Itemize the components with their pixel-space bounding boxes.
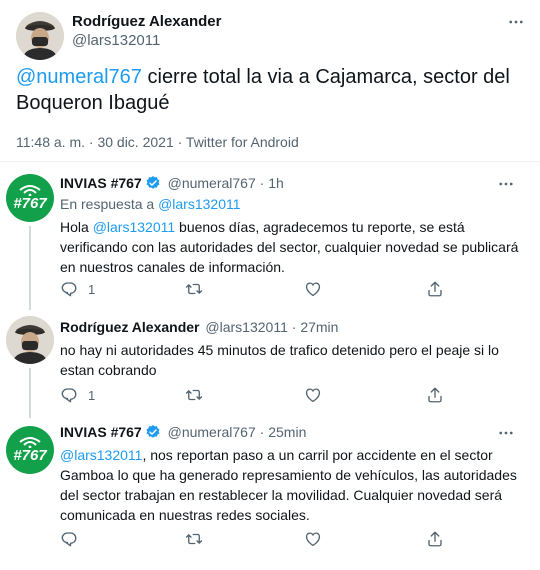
verified-badge-icon <box>145 424 161 440</box>
tweet-text: @numeral767 cierre total la via a Cajama… <box>16 64 516 116</box>
author-handle[interactable]: @numeral767 <box>168 424 256 440</box>
reply-to-label: En respuesta a <box>60 196 159 212</box>
retweet-button[interactable] <box>185 385 203 405</box>
thread-line <box>29 226 31 310</box>
author-name[interactable]: INVIAS #767 <box>60 175 142 191</box>
share-button[interactable] <box>426 279 444 299</box>
tweet-time[interactable]: 1h <box>268 175 284 191</box>
mention-link[interactable]: @lars132011 <box>158 196 240 212</box>
reply-button[interactable]: 1 <box>60 385 95 405</box>
share-icon <box>426 386 444 404</box>
like-button[interactable] <box>304 529 322 549</box>
reply-button[interactable]: 1 <box>60 279 95 299</box>
retweet-icon <box>185 386 203 404</box>
reply-count: 1 <box>88 281 96 297</box>
more-options-button[interactable] <box>496 423 516 443</box>
author-handle[interactable]: @lars132011 <box>205 319 287 335</box>
author-handle[interactable]: @numeral767 <box>168 175 256 191</box>
tweet-time[interactable]: 25min <box>268 424 306 440</box>
main-tweet: Rodríguez Alexander @lars132011 @numeral… <box>0 0 540 160</box>
more-options-button[interactable] <box>496 174 516 194</box>
reply-tweet: #767 INVIAS #767 @numeral767 · 1h En res… <box>0 166 540 310</box>
like-button[interactable] <box>304 385 322 405</box>
author-handle[interactable]: @lars132011 <box>72 31 160 51</box>
reply-count: 1 <box>88 387 96 403</box>
heart-icon <box>304 386 322 404</box>
author-name[interactable]: Rodríguez Alexander <box>60 319 200 335</box>
retweet-icon <box>185 530 203 548</box>
reply-icon <box>60 530 78 548</box>
share-icon <box>426 280 444 298</box>
reply-header: INVIAS #767 @numeral767 · 1h <box>60 174 284 192</box>
reply-tweet: Rodríguez Alexander @lars132011 · 27min … <box>0 310 540 418</box>
tweet-text: no hay ni autoridades 45 minutos de traf… <box>60 340 510 380</box>
share-button[interactable] <box>426 529 444 549</box>
mention-link[interactable]: @numeral767 <box>16 66 142 88</box>
thread-line <box>29 368 31 418</box>
more-horizontal-icon <box>497 175 515 193</box>
tweet-body: no hay ni autoridades 45 minutos de traf… <box>60 342 499 378</box>
separator: · <box>259 175 265 191</box>
avatar-label: #767 <box>13 195 47 212</box>
heart-icon <box>304 280 322 298</box>
reply-context: En respuesta a @lars132011 <box>60 195 241 213</box>
author-name[interactable]: INVIAS #767 <box>60 424 142 440</box>
retweet-button[interactable] <box>185 279 203 299</box>
like-button[interactable] <box>304 279 322 299</box>
mention-link[interactable]: @lars132011 <box>93 219 175 235</box>
share-icon <box>426 530 444 548</box>
reply-icon <box>60 280 78 298</box>
reply-header: INVIAS #767 @numeral767 · 25min <box>60 423 306 441</box>
reply-header: Rodríguez Alexander @lars132011 · 27min <box>60 318 338 336</box>
heart-icon <box>304 530 322 548</box>
verified-badge-icon <box>145 175 161 191</box>
mention-link[interactable]: @lars132011 <box>60 447 142 463</box>
divider <box>0 161 540 162</box>
avatar[interactable] <box>6 316 54 364</box>
tweet-timestamp[interactable]: 11:48 a. m. · 30 dic. 2021 · Twitter for… <box>16 133 299 151</box>
author-name[interactable]: Rodríguez Alexander <box>72 12 221 32</box>
separator: · <box>259 424 265 440</box>
retweet-button[interactable] <box>185 529 203 549</box>
more-horizontal-icon <box>507 13 525 31</box>
retweet-icon <box>185 280 203 298</box>
tweet-text: @lars132011, nos reportan paso a un carr… <box>60 445 520 525</box>
tweet-text-prefix: Hola <box>60 219 93 235</box>
reply-icon <box>60 386 78 404</box>
reply-tweet: #767 INVIAS #767 @numeral767 · 25min @la… <box>0 418 540 568</box>
tweet-text: Hola @lars132011 buenos días, agradecemo… <box>60 217 520 277</box>
avatar[interactable]: #767 <box>6 174 54 222</box>
tweet-time[interactable]: 27min <box>300 319 338 335</box>
more-horizontal-icon <box>497 424 515 442</box>
separator: · <box>291 319 297 335</box>
more-options-button[interactable] <box>506 12 526 32</box>
avatar-label: #767 <box>13 447 47 464</box>
reply-button[interactable] <box>60 529 78 549</box>
avatar[interactable] <box>16 12 64 60</box>
share-button[interactable] <box>426 385 444 405</box>
avatar[interactable]: #767 <box>6 426 54 474</box>
